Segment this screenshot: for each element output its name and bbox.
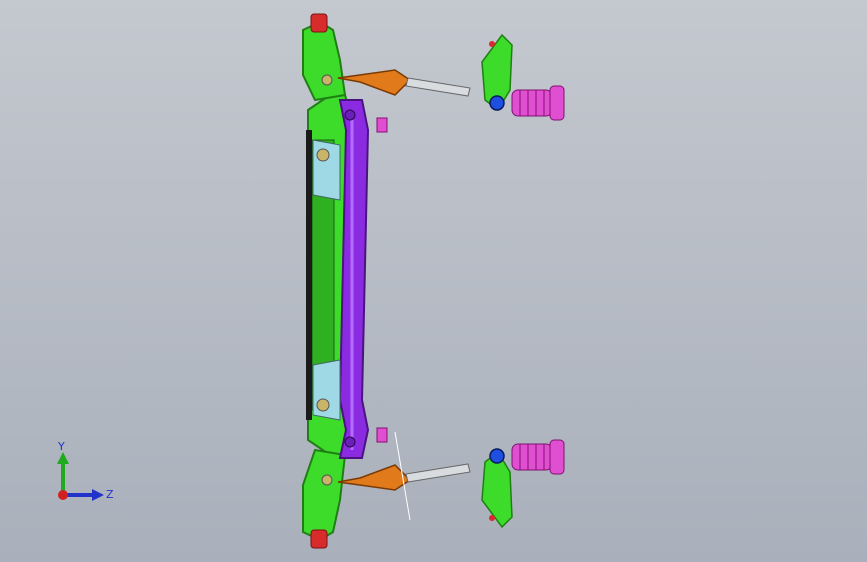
3d-viewport[interactable]: Y Z bbox=[0, 0, 867, 562]
coordinate-triad: Y Z bbox=[57, 440, 114, 501]
mount-bolt-3 bbox=[321, 74, 333, 86]
crossmember-bolt-bottom bbox=[344, 436, 356, 448]
cv-boot-bottom bbox=[511, 439, 565, 475]
side-bracket-bottom bbox=[312, 359, 341, 421]
cv-boot-top bbox=[511, 85, 565, 121]
z-axis-arrow bbox=[92, 489, 104, 501]
knuckle-bolt-bottom bbox=[489, 515, 495, 521]
bottom-mount-tower bbox=[302, 448, 347, 542]
magenta-bracket-top bbox=[376, 117, 388, 133]
crossmember-bolt-top bbox=[344, 109, 356, 121]
hub-top bbox=[489, 95, 505, 111]
y-axis-label: Y bbox=[57, 440, 65, 453]
bushing-top bbox=[310, 13, 328, 33]
subframe-black-strip bbox=[306, 130, 312, 420]
mount-bolt-2 bbox=[316, 398, 330, 412]
y-axis-arrow bbox=[57, 452, 69, 464]
side-bracket-top bbox=[312, 139, 341, 201]
tie-rod-bottom bbox=[405, 463, 471, 483]
suspension-model[interactable] bbox=[0, 0, 867, 562]
top-mount-tower bbox=[302, 20, 347, 102]
mount-bolt-4 bbox=[321, 474, 333, 486]
hub-bottom bbox=[489, 448, 505, 464]
control-arm-bottom bbox=[337, 464, 412, 491]
control-arm-top bbox=[337, 69, 412, 96]
x-axis-point bbox=[58, 490, 68, 500]
mount-bolt-1 bbox=[316, 148, 330, 162]
knuckle-bolt-top bbox=[489, 41, 495, 47]
magenta-bracket-bottom bbox=[376, 427, 388, 443]
z-axis-label: Z bbox=[106, 488, 114, 501]
bushing-bottom bbox=[310, 529, 328, 549]
tie-rod-top bbox=[405, 77, 471, 97]
